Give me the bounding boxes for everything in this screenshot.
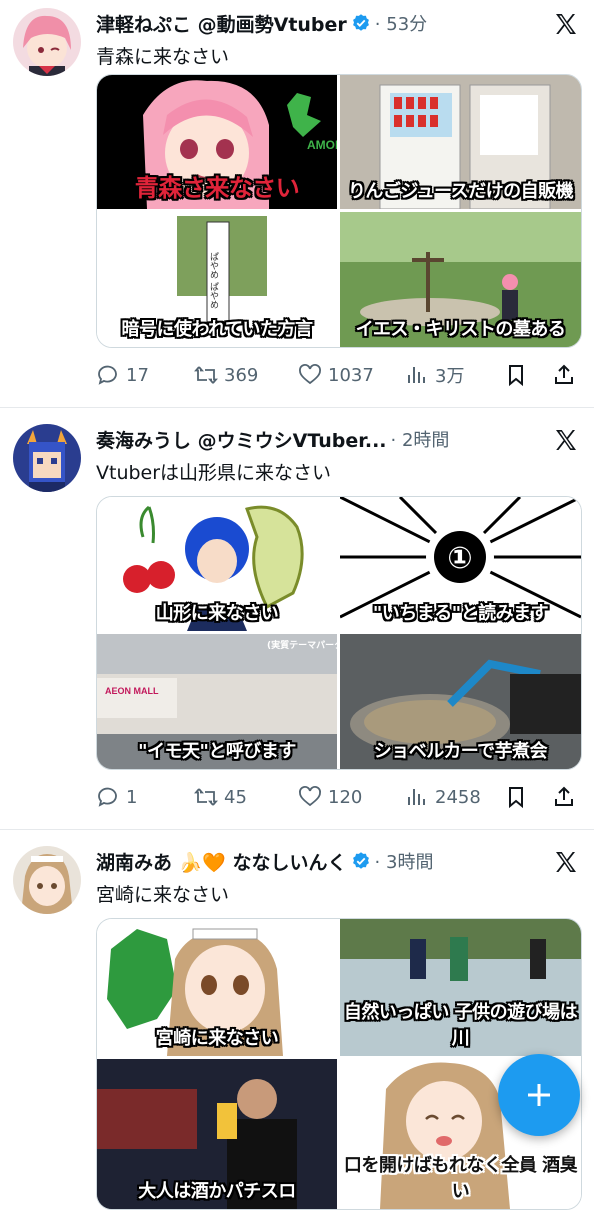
media-caption: ショベルカーで芋煮会 <box>373 741 548 762</box>
media-caption: 山形に来なさい <box>155 603 279 624</box>
share-icon <box>555 364 573 384</box>
media-image[interactable]: ショベルカーで芋煮会 <box>340 634 581 769</box>
media-image[interactable]: イエス・キリストの墓ある <box>340 212 581 347</box>
media-grid[interactable]: AMORI 青森さ来なさい りんごジュースだけの自販機 ぱやめ ぱやめ 暗号に使… <box>96 74 582 348</box>
media-grid[interactable]: 山形に来なさい ① "いちまる"と読みます AEON MALL (実質テーマパー… <box>96 496 582 770</box>
media-caption: 大人は酒かパチスロ <box>138 1181 296 1202</box>
verified-badge-icon <box>352 14 369 31</box>
x-logo-icon[interactable] <box>554 850 578 874</box>
avatar[interactable] <box>13 846 81 914</box>
tweet-3[interactable]: 湖南みあ 🍌🧡 ななしいんく · 3時間 宮崎に来なさい 宮崎に来なさい 自然い… <box>0 846 594 1210</box>
like-count: 120 <box>328 786 363 808</box>
views-icon <box>408 367 425 383</box>
avatar[interactable] <box>13 8 81 76</box>
views-icon <box>408 789 425 805</box>
media-grid[interactable]: 宮崎に来なさい 自然いっぱい 子供の遊び場は川 大人は酒かパチスロ 口を開けばも… <box>96 918 582 1210</box>
repost-icon <box>194 788 218 806</box>
tweet-1[interactable]: 津軽ねぷこ @動画勢Vtuber · 53分 青森に来なさい AMORI 青森さ… <box>0 8 594 403</box>
media-caption: "いちまる"と読みます <box>372 603 549 624</box>
author-name[interactable]: 津軽ねぷこ @動画勢Vtuber <box>96 10 347 37</box>
media-image[interactable]: ① "いちまる"と読みます <box>340 497 581 631</box>
repost-button[interactable]: 45 <box>194 785 298 809</box>
views-count: 3万 <box>435 366 465 387</box>
verified-badge-icon <box>352 852 369 869</box>
views-button[interactable]: 2458 <box>405 785 504 809</box>
sign-text: ぱやめ ぱやめ <box>208 252 219 309</box>
media-image[interactable]: りんごジュースだけの自販機 <box>340 75 581 209</box>
tag-text: (実質テーマパーク) <box>267 639 337 651</box>
media-caption: 宮崎に来なさい <box>155 1028 279 1049</box>
bookmark-button[interactable] <box>504 785 552 809</box>
tweet-2[interactable]: 奏海みうし @ウミウシVTuber... · 2時間 Vtuberは山形県に来な… <box>0 424 594 819</box>
media-image[interactable]: AMORI 青森さ来なさい <box>97 75 337 209</box>
compose-button[interactable] <box>498 1054 580 1136</box>
author-name[interactable]: 奏海みうし @ウミウシVTuber... <box>96 426 387 453</box>
circled-number: ① <box>447 541 472 576</box>
heart-icon <box>299 364 321 385</box>
plus-icon <box>528 1084 550 1106</box>
x-logo-icon[interactable] <box>554 12 578 36</box>
timestamp[interactable]: · 2時間 <box>391 426 450 452</box>
media-image[interactable]: AEON MALL (実質テーマパーク) "イモ天"と呼びます <box>97 634 337 769</box>
divider <box>0 829 594 830</box>
media-caption: 自然いっぱい 子供の遊び場は川 <box>343 1002 578 1049</box>
divider <box>0 407 594 408</box>
share-icon <box>555 786 573 806</box>
media-caption: 口を開けばもれなく全員 酒臭い <box>343 1155 578 1202</box>
tweet-text: 青森に来なさい <box>96 46 230 68</box>
reply-count: 17 <box>126 364 149 386</box>
tweet-text: Vtuberは山形県に来なさい <box>96 462 332 484</box>
repost-icon <box>194 366 218 384</box>
media-caption: 青森さ来なさい <box>134 174 300 202</box>
timestamp[interactable]: · 53分 <box>375 10 427 36</box>
reply-icon <box>98 787 117 807</box>
media-image[interactable]: 山形に来なさい <box>97 497 337 631</box>
media-caption: "イモ天"と呼びます <box>138 741 296 762</box>
media-caption: 暗号に使われていた方言 <box>121 319 313 340</box>
repost-count: 369 <box>224 364 259 386</box>
reply-button[interactable]: 1 <box>96 785 194 809</box>
like-button[interactable]: 120 <box>298 785 405 809</box>
avatar[interactable] <box>13 424 81 492</box>
views-count: 2458 <box>435 786 481 808</box>
media-image[interactable]: 大人は酒かパチスロ <box>97 1059 337 1209</box>
tweet-text: 宮崎に来なさい <box>96 884 230 906</box>
bookmark-icon <box>509 787 523 809</box>
share-button[interactable] <box>552 363 576 387</box>
like-button[interactable]: 1037 <box>298 363 405 387</box>
media-image[interactable]: 自然いっぱい 子供の遊び場は川 <box>340 919 581 1056</box>
action-bar: 1 45 120 2458 <box>96 784 586 810</box>
svg-text:AMORI: AMORI <box>307 138 337 152</box>
media-image[interactable]: ぱやめ ぱやめ 暗号に使われていた方言 <box>97 212 337 347</box>
author-name[interactable]: 湖南みあ 🍌🧡 ななしいんく <box>96 848 347 875</box>
reply-count: 1 <box>126 786 138 808</box>
media-image[interactable]: 宮崎に来なさい <box>97 919 337 1056</box>
repost-button[interactable]: 369 <box>194 363 298 387</box>
x-logo-icon[interactable] <box>554 428 578 452</box>
reply-icon <box>98 365 117 385</box>
timestamp[interactable]: · 3時間 <box>375 848 434 874</box>
bookmark-icon <box>509 365 523 387</box>
action-bar: 17 369 1037 3万 <box>96 362 586 388</box>
share-button[interactable] <box>552 785 576 809</box>
bookmark-button[interactable] <box>504 363 552 387</box>
reply-button[interactable]: 17 <box>96 363 194 387</box>
repost-count: 45 <box>224 786 247 808</box>
views-button[interactable]: 3万 <box>405 362 504 388</box>
media-caption: りんごジュースだけの自販機 <box>347 181 574 202</box>
heart-icon <box>299 786 321 807</box>
media-caption: イエス・キリストの墓ある <box>355 319 566 340</box>
mall-sign: AEON MALL <box>105 686 159 696</box>
like-count: 1037 <box>328 364 374 386</box>
